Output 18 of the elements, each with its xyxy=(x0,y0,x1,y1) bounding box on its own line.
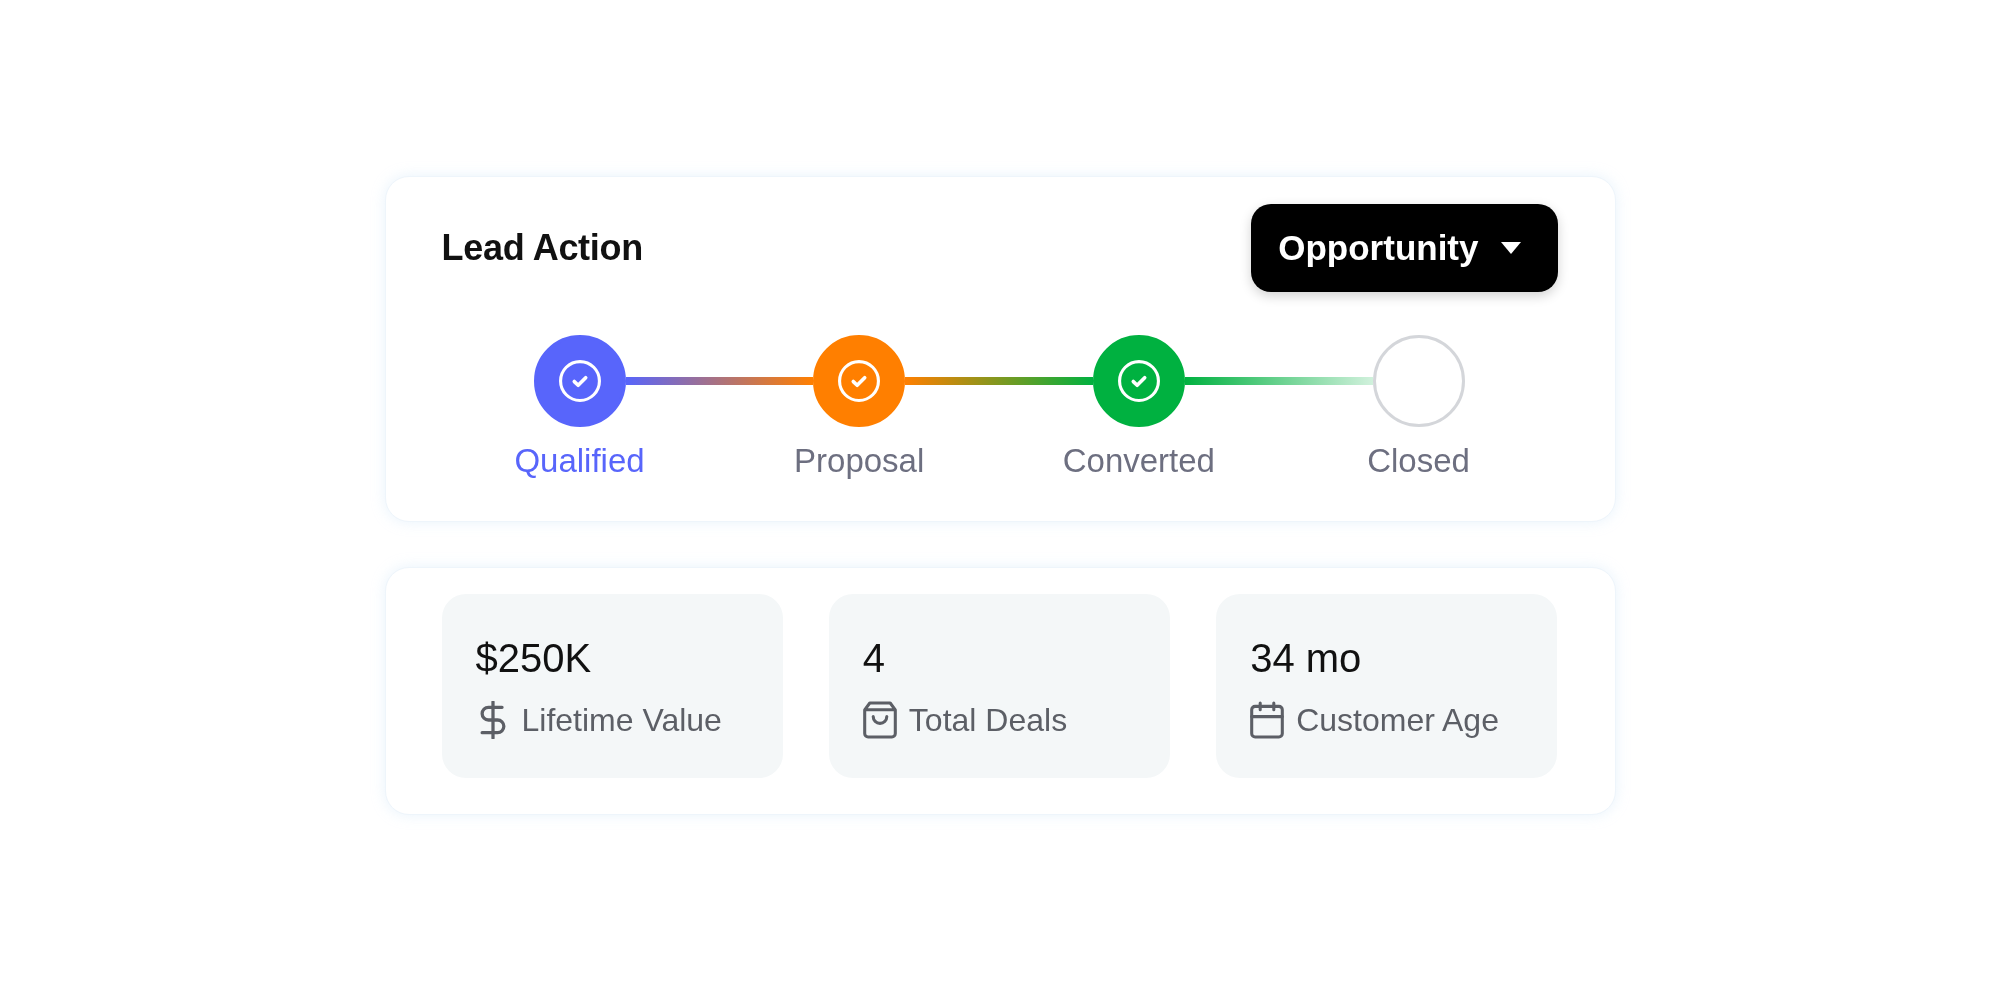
shopping-bag-icon xyxy=(862,701,897,739)
stat-value: 4 xyxy=(862,635,887,682)
stat-label: Total Deals xyxy=(908,701,1068,740)
stat-label: Lifetime Value xyxy=(521,701,722,740)
card-title: Lead Action xyxy=(441,227,643,269)
check-circle-icon xyxy=(837,359,882,403)
step-label: Qualified xyxy=(514,441,645,481)
check-circle-icon xyxy=(1116,359,1161,403)
step-label: Closed xyxy=(1367,441,1470,481)
stage-dropdown[interactable]: Opportunity xyxy=(1251,204,1558,292)
check-circle-icon xyxy=(557,359,602,403)
step-label: Converted xyxy=(1062,441,1215,481)
stat-label: Customer Age xyxy=(1296,701,1499,740)
step-label: Proposal xyxy=(794,441,925,481)
stat-value: 34 mo xyxy=(1250,635,1363,682)
calendar-icon xyxy=(1250,701,1285,739)
stat-value: $250K xyxy=(475,635,593,682)
caret-down-icon xyxy=(1500,242,1521,254)
